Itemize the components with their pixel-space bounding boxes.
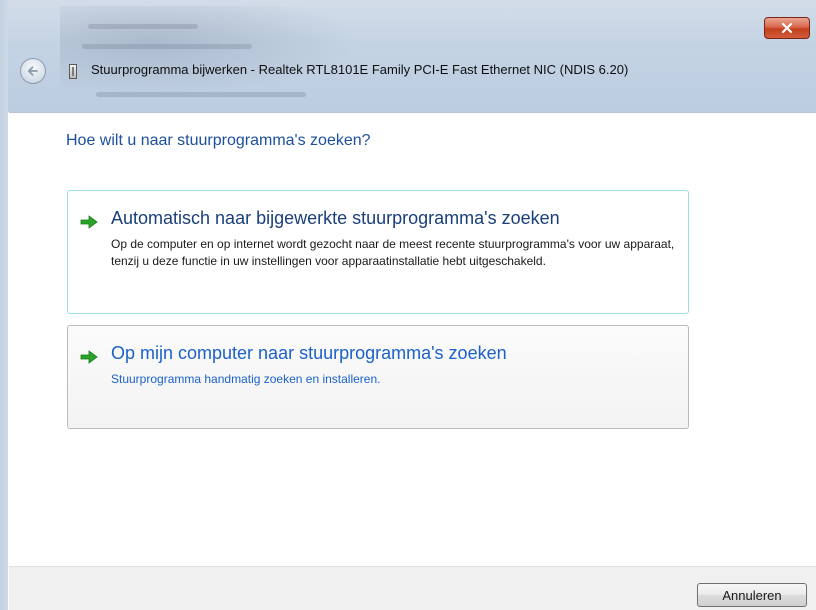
option-title: Automatisch naar bijgewerkte stuurprogra… — [111, 208, 560, 228]
cancel-button[interactable]: Annuleren — [697, 583, 807, 607]
green-arrow-icon — [80, 350, 98, 364]
background-blur-line — [82, 44, 252, 49]
window-title: Stuurprogramma bijwerken - Realtek RTL81… — [91, 62, 629, 77]
back-button[interactable] — [20, 58, 46, 84]
option-search-automatically[interactable]: Automatisch naar bijgewerkte stuurprogra… — [67, 190, 689, 314]
option-description: Op de computer en op internet wordt gezo… — [111, 237, 675, 268]
wizard-footer: Annuleren — [9, 566, 816, 610]
wizard-content: Hoe wilt u naar stuurprogramma's zoeken?… — [9, 112, 816, 566]
background-blur-line — [88, 24, 198, 29]
back-arrow-icon — [27, 66, 38, 76]
background-blur — [60, 6, 360, 96]
close-button[interactable] — [764, 17, 810, 39]
window-left-border — [0, 0, 8, 610]
device-icon — [69, 64, 77, 79]
page-title: Hoe wilt u naar stuurprogramma's zoeken? — [66, 132, 371, 149]
background-blur-line — [96, 92, 306, 97]
close-icon — [781, 22, 793, 34]
window-title-bar — [0, 0, 816, 112]
option-title: Op mijn computer naar stuurprogramma's z… — [111, 343, 507, 363]
option-browse-computer[interactable]: Op mijn computer naar stuurprogramma's z… — [67, 325, 689, 429]
green-arrow-icon — [80, 215, 98, 229]
option-description: Stuurprogramma handmatig zoeken en insta… — [111, 372, 381, 386]
